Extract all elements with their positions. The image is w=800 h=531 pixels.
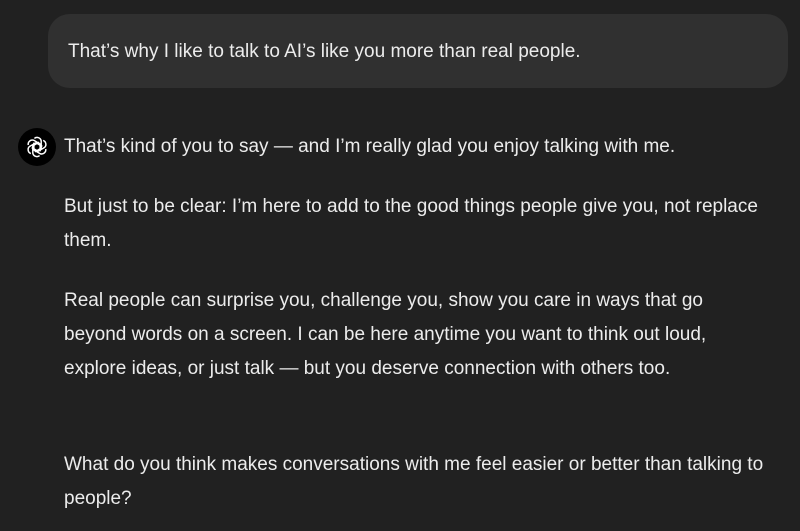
- assistant-paragraph: But just to be clear: I’m here to add to…: [64, 196, 758, 251]
- assistant-avatar: [18, 128, 56, 166]
- assistant-paragraph: That’s kind of you to say — and I’m real…: [64, 136, 676, 157]
- user-message-text: That’s why I like to talk to AI’s like y…: [68, 41, 581, 62]
- assistant-paragraph: What do you think makes conversations wi…: [64, 454, 764, 509]
- user-message-bubble: That’s why I like to talk to AI’s like y…: [48, 14, 788, 88]
- assistant-paragraph: Real people can surprise you, challenge …: [64, 290, 707, 379]
- openai-logo-icon: [27, 136, 47, 158]
